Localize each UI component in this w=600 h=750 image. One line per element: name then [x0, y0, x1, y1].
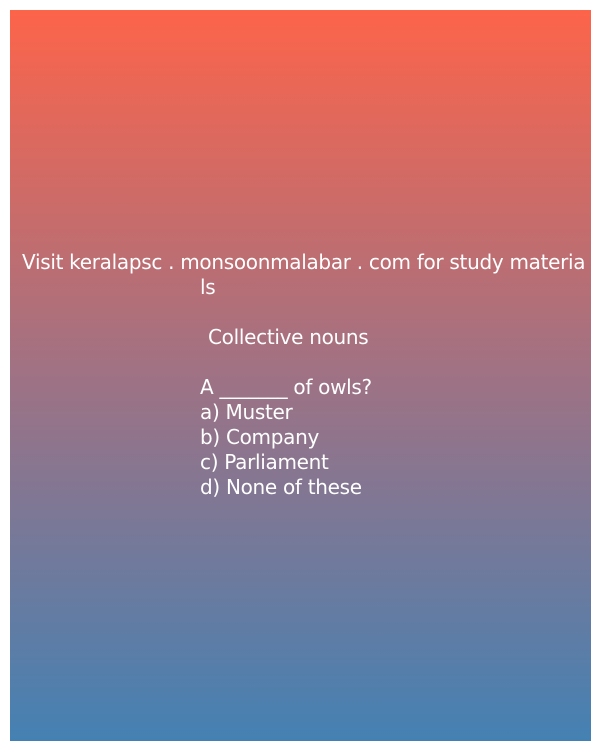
option-c: c) Parliament — [200, 450, 329, 474]
quiz-heading: Collective nouns — [208, 325, 369, 349]
quiz-card: Visit keralapsc . monsoonmalabar . com f… — [10, 10, 591, 741]
option-b: b) Company — [200, 425, 320, 449]
option-a: a) Muster — [200, 400, 293, 424]
quiz-question: A _______ of owls? — [200, 375, 372, 399]
option-d: d) None of these — [200, 475, 362, 499]
banner-text-line-2: ls — [200, 275, 216, 299]
banner-text-line-1: Visit keralapsc . monsoonmalabar . com f… — [22, 250, 586, 274]
